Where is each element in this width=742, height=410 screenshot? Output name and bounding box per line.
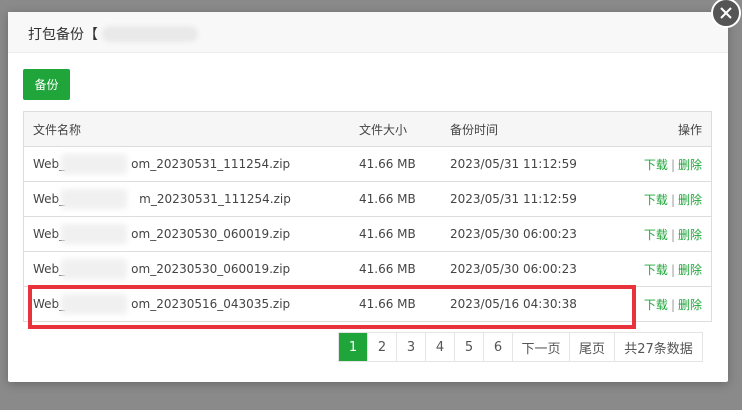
table-row: Web_ om_20230516_043035.zip 41.66 MB 2023… xyxy=(23,286,712,322)
file-size-cell: 41.66 MB xyxy=(359,216,450,252)
table-row: Web_ om_20230530_060019.zip 41.66 MB 2023… xyxy=(23,251,712,287)
redacted-file-name xyxy=(61,154,127,174)
file-name-suffix: om_20230516_043035.zip xyxy=(131,297,291,311)
file-name-cell: Web_ m_20230531_111254.zip xyxy=(23,181,359,217)
backup-dialog: 打包备份【 备份 文件名称 文件大小 备份时间 操作 Web_ om_202305… xyxy=(8,12,728,382)
file-size-cell: 41.66 MB xyxy=(359,146,450,182)
header-file-size: 文件大小 xyxy=(359,111,450,147)
close-icon xyxy=(720,7,732,19)
actions-cell: 下载 | 删除 xyxy=(633,146,712,182)
file-name-suffix: om_20230530_060019.zip xyxy=(131,227,291,241)
file-size-cell: 41.66 MB xyxy=(359,251,450,287)
last-page-button[interactable]: 尾页 xyxy=(570,333,615,361)
action-separator: | xyxy=(670,227,675,242)
actions-cell: 下载 | 删除 xyxy=(633,216,712,252)
close-dialog-button[interactable] xyxy=(711,0,741,28)
table-row: Web_ om_20230530_060019.zip 41.66 MB 2023… xyxy=(23,216,712,252)
actions-cell: 下载 | 删除 xyxy=(633,181,712,217)
header-actions: 操作 xyxy=(633,111,712,147)
backup-button[interactable]: 备份 xyxy=(23,69,70,100)
backup-time-cell: 2023/05/16 04:30:38 xyxy=(450,286,633,322)
total-count-label: 共27条数据 xyxy=(624,341,693,357)
file-name-cell: Web_ om_20230530_060019.zip xyxy=(23,251,359,287)
download-link[interactable]: 下载 xyxy=(644,263,668,277)
action-separator: | xyxy=(670,157,675,172)
actions-cell: 下载 | 删除 xyxy=(633,251,712,287)
header-backup-time: 备份时间 xyxy=(450,111,633,147)
pagination: 1 2 3 4 5 6 下一页 尾页 共27条数据 xyxy=(338,332,703,362)
page-button-2[interactable]: 2 xyxy=(368,333,397,361)
actions-cell: 下载 | 删除 xyxy=(633,286,712,322)
redacted-file-name xyxy=(61,259,127,279)
file-name-suffix: om_20230531_111254.zip xyxy=(131,157,291,171)
backup-table: 文件名称 文件大小 备份时间 操作 Web_ om_20230531_111254… xyxy=(23,111,712,322)
header-file-name: 文件名称 xyxy=(23,111,359,147)
action-separator: | xyxy=(670,297,675,312)
action-separator: | xyxy=(670,192,675,207)
redacted-file-name xyxy=(61,224,127,244)
download-link[interactable]: 下载 xyxy=(644,228,668,242)
page-button-1[interactable]: 1 xyxy=(339,333,368,361)
file-size-cell: 41.66 MB xyxy=(359,286,450,322)
page-button-6[interactable]: 6 xyxy=(484,333,513,361)
action-separator: | xyxy=(670,262,675,277)
redacted-file-name xyxy=(61,189,127,209)
next-page-button[interactable]: 下一页 xyxy=(513,333,570,361)
file-name-cell: Web_ om_20230516_043035.zip xyxy=(23,286,359,322)
delete-link[interactable]: 删除 xyxy=(678,263,702,277)
file-name-suffix: om_20230530_060019.zip xyxy=(131,262,291,276)
download-link[interactable]: 下载 xyxy=(644,298,668,312)
delete-link[interactable]: 删除 xyxy=(678,158,702,172)
table-row: Web_ om_20230531_111254.zip 41.66 MB 2023… xyxy=(23,146,712,182)
redacted-site-name xyxy=(102,26,198,42)
page-button-3[interactable]: 3 xyxy=(397,333,426,361)
page-button-5[interactable]: 5 xyxy=(455,333,484,361)
delete-link[interactable]: 删除 xyxy=(678,298,702,312)
dialog-header: 打包备份【 xyxy=(8,12,728,53)
backup-time-cell: 2023/05/30 06:00:23 xyxy=(450,216,633,252)
file-name-cell: Web_ om_20230530_060019.zip xyxy=(23,216,359,252)
redacted-file-name xyxy=(61,294,127,314)
delete-link[interactable]: 删除 xyxy=(678,193,702,207)
file-name-cell: Web_ om_20230531_111254.zip xyxy=(23,146,359,182)
download-link[interactable]: 下载 xyxy=(644,193,668,207)
backup-time-cell: 2023/05/31 11:12:59 xyxy=(450,181,633,217)
dialog-title-text: 打包备份【 xyxy=(28,27,98,43)
backup-time-cell: 2023/05/30 06:00:23 xyxy=(450,251,633,287)
delete-link[interactable]: 删除 xyxy=(678,228,702,242)
download-link[interactable]: 下载 xyxy=(644,158,668,172)
dialog-title: 打包备份【 xyxy=(28,24,198,44)
file-name-suffix: m_20230531_111254.zip xyxy=(139,192,291,206)
backup-time-cell: 2023/05/31 11:12:59 xyxy=(450,146,633,182)
page-button-4[interactable]: 4 xyxy=(426,333,455,361)
table-row: Web_ m_20230531_111254.zip 41.66 MB 2023/… xyxy=(23,181,712,217)
table-header-row: 文件名称 文件大小 备份时间 操作 xyxy=(23,111,712,147)
file-size-cell: 41.66 MB xyxy=(359,181,450,217)
